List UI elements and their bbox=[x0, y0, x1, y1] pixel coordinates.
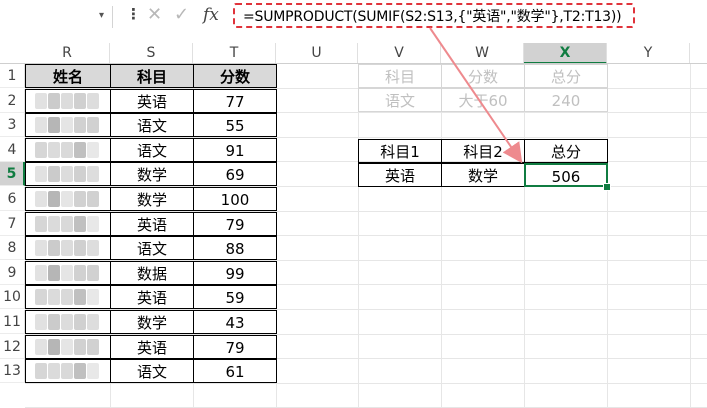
table-header-subject[interactable]: 科目 bbox=[110, 64, 194, 88]
row-header[interactable]: 4 bbox=[0, 138, 25, 162]
score-cell[interactable]: 77 bbox=[193, 89, 277, 113]
name-cell[interactable] bbox=[25, 89, 111, 113]
column-header-t[interactable]: T bbox=[193, 43, 276, 64]
row-header[interactable]: 10 bbox=[0, 285, 25, 309]
subject-cell[interactable]: 语文 bbox=[110, 236, 194, 260]
row-header[interactable]: 7 bbox=[0, 212, 25, 236]
ghost-cell-total[interactable]: 240 bbox=[524, 88, 608, 112]
name-cell[interactable] bbox=[25, 310, 111, 334]
row-header[interactable]: 2 bbox=[0, 89, 25, 113]
more-options-icon[interactable]: ⋮ bbox=[126, 5, 141, 23]
ghost-header-total[interactable]: 总分 bbox=[524, 64, 608, 88]
subject-cell[interactable]: 英语 bbox=[110, 335, 194, 359]
score-cell[interactable]: 99 bbox=[193, 261, 277, 285]
score-cell[interactable]: 79 bbox=[193, 212, 277, 236]
column-header-x[interactable]: X bbox=[524, 43, 607, 64]
subject-cell[interactable]: 语文 bbox=[110, 138, 194, 162]
row-header[interactable]: 11 bbox=[0, 310, 25, 334]
score-cell[interactable]: 69 bbox=[193, 162, 277, 186]
column-header-u[interactable]: U bbox=[276, 43, 358, 64]
name-cell[interactable] bbox=[25, 187, 111, 211]
ghost-cell-condition[interactable]: 大于60 bbox=[441, 88, 525, 112]
row-header[interactable]: 12 bbox=[0, 335, 25, 359]
fill-handle[interactable] bbox=[603, 183, 611, 191]
column-header-s[interactable]: S bbox=[110, 43, 193, 64]
score-cell[interactable]: 91 bbox=[193, 138, 277, 162]
row-header[interactable]: 9 bbox=[0, 261, 25, 285]
table-header-name[interactable]: 姓名 bbox=[25, 64, 111, 88]
name-cell[interactable] bbox=[25, 236, 111, 260]
score-cell[interactable]: 43 bbox=[193, 310, 277, 334]
summary-header-subject1[interactable]: 科目1 bbox=[358, 139, 442, 163]
score-cell[interactable]: 61 bbox=[193, 359, 277, 383]
chevron-down-icon[interactable]: ▾ bbox=[99, 10, 104, 21]
score-cell[interactable]: 59 bbox=[193, 285, 277, 309]
summary-cell-total[interactable]: 506 bbox=[524, 163, 608, 187]
row-header[interactable]: 8 bbox=[0, 236, 25, 260]
check-icon[interactable]: ✓ bbox=[174, 4, 189, 26]
name-cell[interactable] bbox=[25, 162, 111, 186]
subject-cell[interactable]: 语文 bbox=[110, 359, 194, 383]
name-cell[interactable] bbox=[25, 335, 111, 359]
column-header-v[interactable]: V bbox=[358, 43, 441, 64]
row-header[interactable]: 5 bbox=[0, 162, 25, 186]
score-cell[interactable]: 100 bbox=[193, 187, 277, 211]
gridline bbox=[441, 64, 442, 407]
name-box[interactable]: ▾ bbox=[0, 6, 113, 28]
summary-cell-subject2[interactable]: 数学 bbox=[441, 163, 525, 187]
subject-cell[interactable]: 英语 bbox=[110, 212, 194, 236]
gridline bbox=[25, 383, 707, 384]
subject-cell[interactable]: 数学 bbox=[110, 162, 194, 186]
summary-cell-subject1[interactable]: 英语 bbox=[358, 163, 442, 187]
name-cell[interactable] bbox=[25, 285, 111, 309]
gridline bbox=[607, 64, 608, 407]
column-header-r[interactable]: R bbox=[25, 43, 110, 64]
row-header[interactable]: 13 bbox=[0, 359, 25, 383]
row-header[interactable]: 1 bbox=[0, 64, 25, 88]
formula-bar: ▾ ⋮ ✕ ✓ fx =SUMPRODUCT(SUMIF(S2:S13,{"英语… bbox=[0, 0, 707, 36]
formula-input[interactable]: =SUMPRODUCT(SUMIF(S2:S13,{"英语","数学"},T2:… bbox=[233, 3, 635, 28]
subject-cell[interactable]: 数学 bbox=[110, 310, 194, 334]
insert-function-icon[interactable]: fx bbox=[203, 5, 219, 25]
ghost-cell-subject[interactable]: 语文 bbox=[358, 88, 442, 112]
ghost-header-score[interactable]: 分数 bbox=[441, 64, 525, 88]
name-cell[interactable] bbox=[25, 261, 111, 285]
ghost-header-subject[interactable]: 科目 bbox=[358, 64, 442, 88]
name-cell[interactable] bbox=[25, 113, 111, 137]
subject-cell[interactable]: 英语 bbox=[110, 285, 194, 309]
gridline bbox=[524, 64, 525, 407]
score-cell[interactable]: 88 bbox=[193, 236, 277, 260]
column-header-y[interactable]: Y bbox=[607, 43, 690, 64]
subject-cell[interactable]: 语文 bbox=[110, 113, 194, 137]
name-cell[interactable] bbox=[25, 138, 111, 162]
subject-cell[interactable]: 数学 bbox=[110, 187, 194, 211]
score-cell[interactable]: 79 bbox=[193, 335, 277, 359]
name-cell[interactable] bbox=[25, 359, 111, 383]
row-header[interactable]: 3 bbox=[0, 113, 25, 137]
column-header-w[interactable]: W bbox=[441, 43, 524, 64]
subject-cell[interactable]: 英语 bbox=[110, 89, 194, 113]
summary-header-subject2[interactable]: 科目2 bbox=[441, 139, 525, 163]
cancel-icon[interactable]: ✕ bbox=[147, 4, 162, 26]
gridline bbox=[358, 64, 359, 407]
summary-header-total[interactable]: 总分 bbox=[524, 139, 608, 163]
gridline bbox=[690, 64, 691, 407]
table-header-score[interactable]: 分数 bbox=[193, 64, 277, 88]
row-header[interactable]: 6 bbox=[0, 187, 25, 211]
name-cell[interactable] bbox=[25, 212, 111, 236]
select-all-corner[interactable] bbox=[0, 43, 26, 64]
score-cell[interactable]: 55 bbox=[193, 113, 277, 137]
subject-cell[interactable]: 数据 bbox=[110, 261, 194, 285]
